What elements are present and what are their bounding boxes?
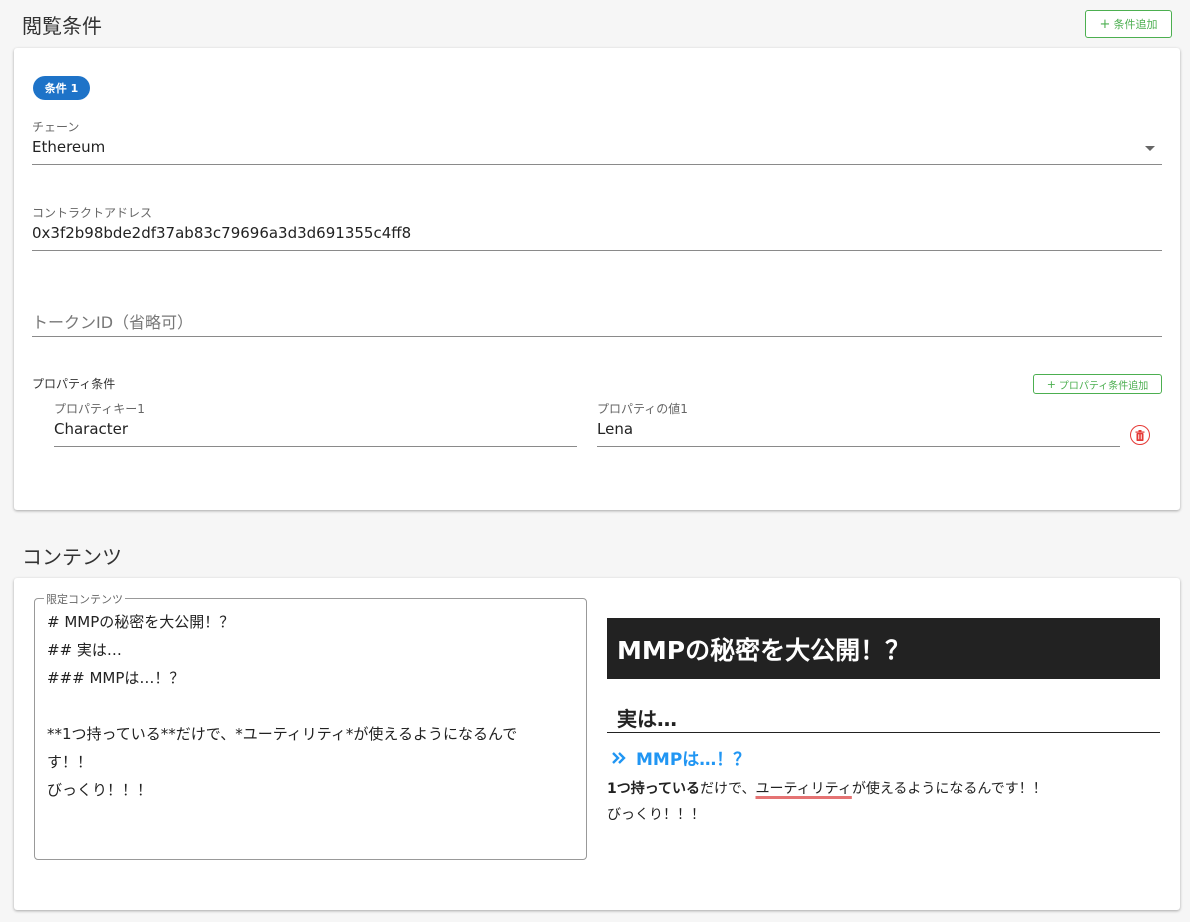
content-editor[interactable]: # MMPの秘密を大公開！？ ## 実は… ### MMPは…！？ **1つ持っ… <box>34 598 587 860</box>
preview-heading-2-underline <box>607 732 1160 733</box>
preview-text-1: だけで、 <box>700 781 756 797</box>
preview-heading-2: 実は… <box>617 707 677 731</box>
editor-line: す！！ <box>47 753 93 771</box>
property-key-underline <box>54 446 577 447</box>
property-key-label: プロパティキー1 <box>54 402 145 416</box>
chain-select[interactable]: Ethereum <box>32 138 105 156</box>
delete-property-button[interactable] <box>1130 425 1150 445</box>
property-value-underline <box>597 446 1120 447</box>
preview-heading-3: MMPは…！？ <box>612 745 750 770</box>
dropdown-arrow-icon[interactable] <box>1145 146 1155 151</box>
double-chevron-right-icon <box>612 751 626 764</box>
chain-underline <box>32 164 1162 165</box>
plus-icon: + <box>1046 377 1056 391</box>
preview-paragraph-line-2: びっくり！！！ <box>607 807 705 823</box>
trash-icon <box>1135 429 1145 441</box>
chain-label: チェーン <box>32 120 80 134</box>
preview-bold-text: 1つ持っている <box>607 781 701 797</box>
content-editor-legend: 限定コンテンツ <box>44 591 125 607</box>
editor-line: ### MMPは…！？ <box>47 669 185 687</box>
add-property-condition-button[interactable]: + プロパティ条件追加 <box>1033 374 1162 394</box>
token-id-underline <box>32 336 1162 337</box>
editor-line: **1つ持っている**だけで、*ユーティリティ*が使えるようになるんで <box>47 725 518 743</box>
token-id-input[interactable]: トークンID（省略可） <box>32 309 193 333</box>
contract-address-underline <box>32 250 1162 251</box>
add-property-condition-label: プロパティ条件追加 <box>1058 380 1149 392</box>
add-condition-button[interactable]: + 条件追加 <box>1085 10 1172 38</box>
viewing-conditions-title: 閲覧条件 <box>22 14 102 38</box>
contract-address-input[interactable]: 0x3f2b98bde2df37ab83c79696a3d3d691355c4f… <box>32 224 411 242</box>
preview-paragraph: 1つ持っているだけで、ユーティリティが使えるようになるんです！！ <box>607 778 1047 798</box>
editor-line: ## 実は… <box>47 641 122 659</box>
property-value-input[interactable]: Lena <box>597 420 633 438</box>
property-conditions-label: プロパティ条件 <box>32 377 116 391</box>
editor-line: # MMPの秘密を大公開！？ <box>47 613 235 631</box>
add-condition-label: 条件追加 <box>1113 18 1158 31</box>
preview-text-2: が使えるようになるんです！！ <box>851 781 1047 797</box>
contents-title: コンテンツ <box>22 545 122 569</box>
condition-card <box>14 48 1180 510</box>
property-key-input[interactable]: Character <box>54 420 128 438</box>
preview-heading-3-text: MMPは…！？ <box>636 750 751 770</box>
property-value-label: プロパティの値1 <box>597 402 688 416</box>
contract-address-label: コントラクトアドレス <box>32 206 153 220</box>
condition-chip: 条件 1 <box>33 76 90 100</box>
preview-heading-1: MMPの秘密を大公開！？ <box>607 618 1160 679</box>
preview-emphasis-text: ユーティリティ <box>755 781 852 797</box>
plus-icon: + <box>1099 16 1111 32</box>
editor-line: びっくり！！！ <box>47 781 153 799</box>
